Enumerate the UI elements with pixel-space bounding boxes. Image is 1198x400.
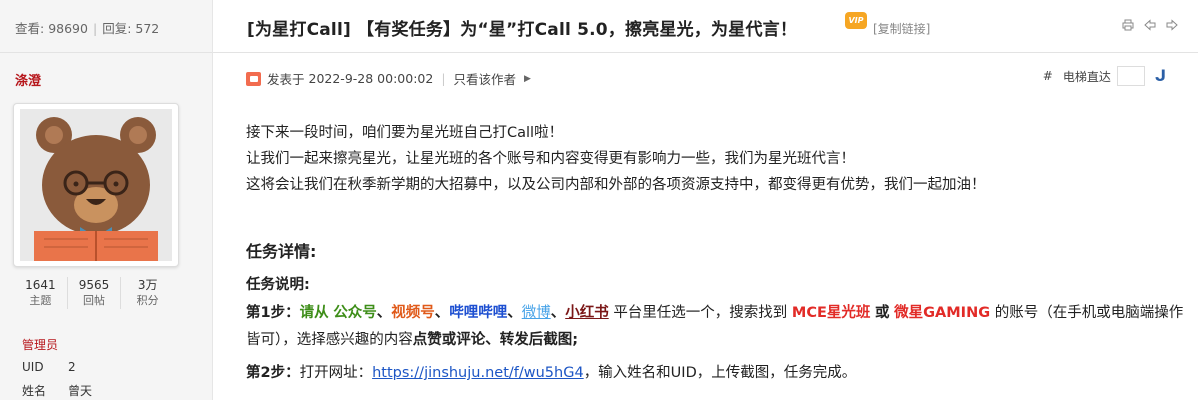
post-meta: 发表于 2022-9-28 00:00:02 | 只看该作者 ▶ <box>246 69 531 88</box>
stat-replies[interactable]: 9565 回帖 <box>68 277 122 309</box>
header-tools <box>1122 16 1178 31</box>
stat-points-label: 积分 <box>136 294 159 307</box>
thread-stats-bar: 查看: 98690 | 回复: 572 <box>0 0 212 53</box>
thread-title: [为星打Call] 【有奖任务】为“星”打Call 5.0，擦亮星光，为星代言！ <box>247 20 798 40</box>
platform-wechat: 公众号 <box>333 305 377 321</box>
stat-topics[interactable]: 1641 主题 <box>14 277 68 309</box>
stat-topics-value: 1641 <box>25 278 56 292</box>
intro-line: 接下来一段时间，咱们要为星光班自己打Call啦！ <box>246 125 564 141</box>
triangle-right-icon: ▶ <box>524 73 531 84</box>
step2-text: 打开网址： <box>299 365 373 381</box>
go-icon[interactable]: ᒍ <box>1155 67 1166 85</box>
copy-link[interactable]: [复制链接] <box>873 20 930 37</box>
posted-time: 2022-9-28 00:00:02 <box>308 71 434 86</box>
step1-label: 第1步： <box>246 305 300 321</box>
step-2: 第2步：打开网址：https://jinshuju.net/f/wu5hG4，输… <box>246 360 856 387</box>
info-name-value: 曾天 <box>68 384 93 398</box>
thread-stats: 查看: 98690 | 回复: 572 <box>15 21 160 36</box>
post-header: [为星打Call] 【有奖任务】为“星”打Call 5.0，擦亮星光，为星代言！… <box>213 0 1198 53</box>
step1-action: 点赞或评论、转发后截图; <box>412 332 579 348</box>
task-description-heading: 任务说明: <box>246 277 310 293</box>
intro-line: 让我们一起来擦亮星光，让星光班的各个账号和内容变得更有影响力一些，我们为星光班代… <box>246 151 855 167</box>
step-1: 第1步：请从 公众号、视频号、哔哩哔哩、微博、小红书 平台里任选一个，搜索找到 … <box>246 300 1186 354</box>
info-uid-value: 2 <box>68 360 76 374</box>
posted-label: 发表于 <box>267 72 305 87</box>
separator: 、 <box>434 305 450 321</box>
info-uid: UID 2 <box>22 360 76 374</box>
column-divider <box>212 0 213 400</box>
or-text: 或 <box>875 305 890 321</box>
print-icon[interactable] <box>1122 16 1134 31</box>
post-content: 接下来一段时间，咱们要为星光班自己打Call啦！ 让我们一起来擦亮星光，让星光班… <box>246 120 1186 381</box>
info-name: 姓名 曾天 <box>22 382 92 399</box>
form-url-link[interactable]: https://jinshuju.net/f/wu5hG4 <box>372 365 584 381</box>
intro-line: 这将会让我们在秋季新学期的大招募中，以及公司内部和外部的各项资源支持中，都变得更… <box>246 177 986 193</box>
author-name[interactable]: 涤澄 <box>15 70 41 89</box>
separator: 、 <box>376 305 392 321</box>
bear-avatar-image <box>20 109 172 261</box>
post-icon <box>246 71 261 86</box>
account-gaming: 微星GAMING <box>894 305 991 321</box>
jump-hash: # <box>1042 69 1053 83</box>
profile-stats: 1641 主题 9565 回帖 3万 积分 <box>14 277 174 309</box>
stat-points[interactable]: 3万 积分 <box>121 277 174 309</box>
info-name-key: 姓名 <box>22 384 47 398</box>
avatar[interactable] <box>13 103 179 267</box>
replies-label: 回复: <box>102 21 132 36</box>
step1-text: 平台里任选一个，搜索找到 <box>613 305 788 321</box>
platform-bilibili: 哔哩哔哩 <box>449 305 508 321</box>
stat-points-value: 3万 <box>137 278 158 292</box>
separator: 、 <box>507 305 522 321</box>
info-uid-key: UID <box>22 360 44 374</box>
task-details-heading: 任务详情: <box>246 242 317 261</box>
step1-text: 请从 <box>299 305 329 321</box>
stat-replies-label: 回帖 <box>83 294 105 307</box>
user-role[interactable]: 管理员 <box>22 336 58 353</box>
intro-text: 接下来一段时间，咱们要为星光班自己打Call啦！ 让我们一起来擦亮星光，让星光班… <box>246 120 1186 198</box>
vip-badge: VIP <box>845 12 867 29</box>
floor-jump: # 电梯直达 ᒍ <box>1043 66 1166 86</box>
floor-input[interactable] <box>1116 66 1145 86</box>
platform-weibo[interactable]: 微博 <box>522 305 551 321</box>
step2-label: 第2步： <box>246 365 300 381</box>
next-arrow-icon[interactable] <box>1166 16 1178 31</box>
views-count: 98690 <box>48 21 88 36</box>
account-mce: MCE星光班 <box>791 305 871 321</box>
separator: 、 <box>550 305 566 321</box>
stat-replies-value: 9565 <box>78 278 110 292</box>
prev-arrow-icon[interactable] <box>1144 16 1156 31</box>
views-label: 查看: <box>15 21 45 36</box>
jump-label: 电梯直达 <box>1062 69 1111 84</box>
replies-count: 572 <box>135 21 160 36</box>
author-sidebar: 查看: 98690 | 回复: 572 涤澄 1641 主题 9565 回帖 3… <box>0 0 213 400</box>
author-only-link[interactable]: 只看该作者 <box>454 69 517 88</box>
platform-channels: 视频号 <box>391 305 435 321</box>
platform-xiaohongshu[interactable]: 小红书 <box>565 305 609 321</box>
stat-topics-label: 主题 <box>29 294 52 307</box>
step2-text: ，输入姓名和UID，上传截图，任务完成。 <box>583 365 857 381</box>
